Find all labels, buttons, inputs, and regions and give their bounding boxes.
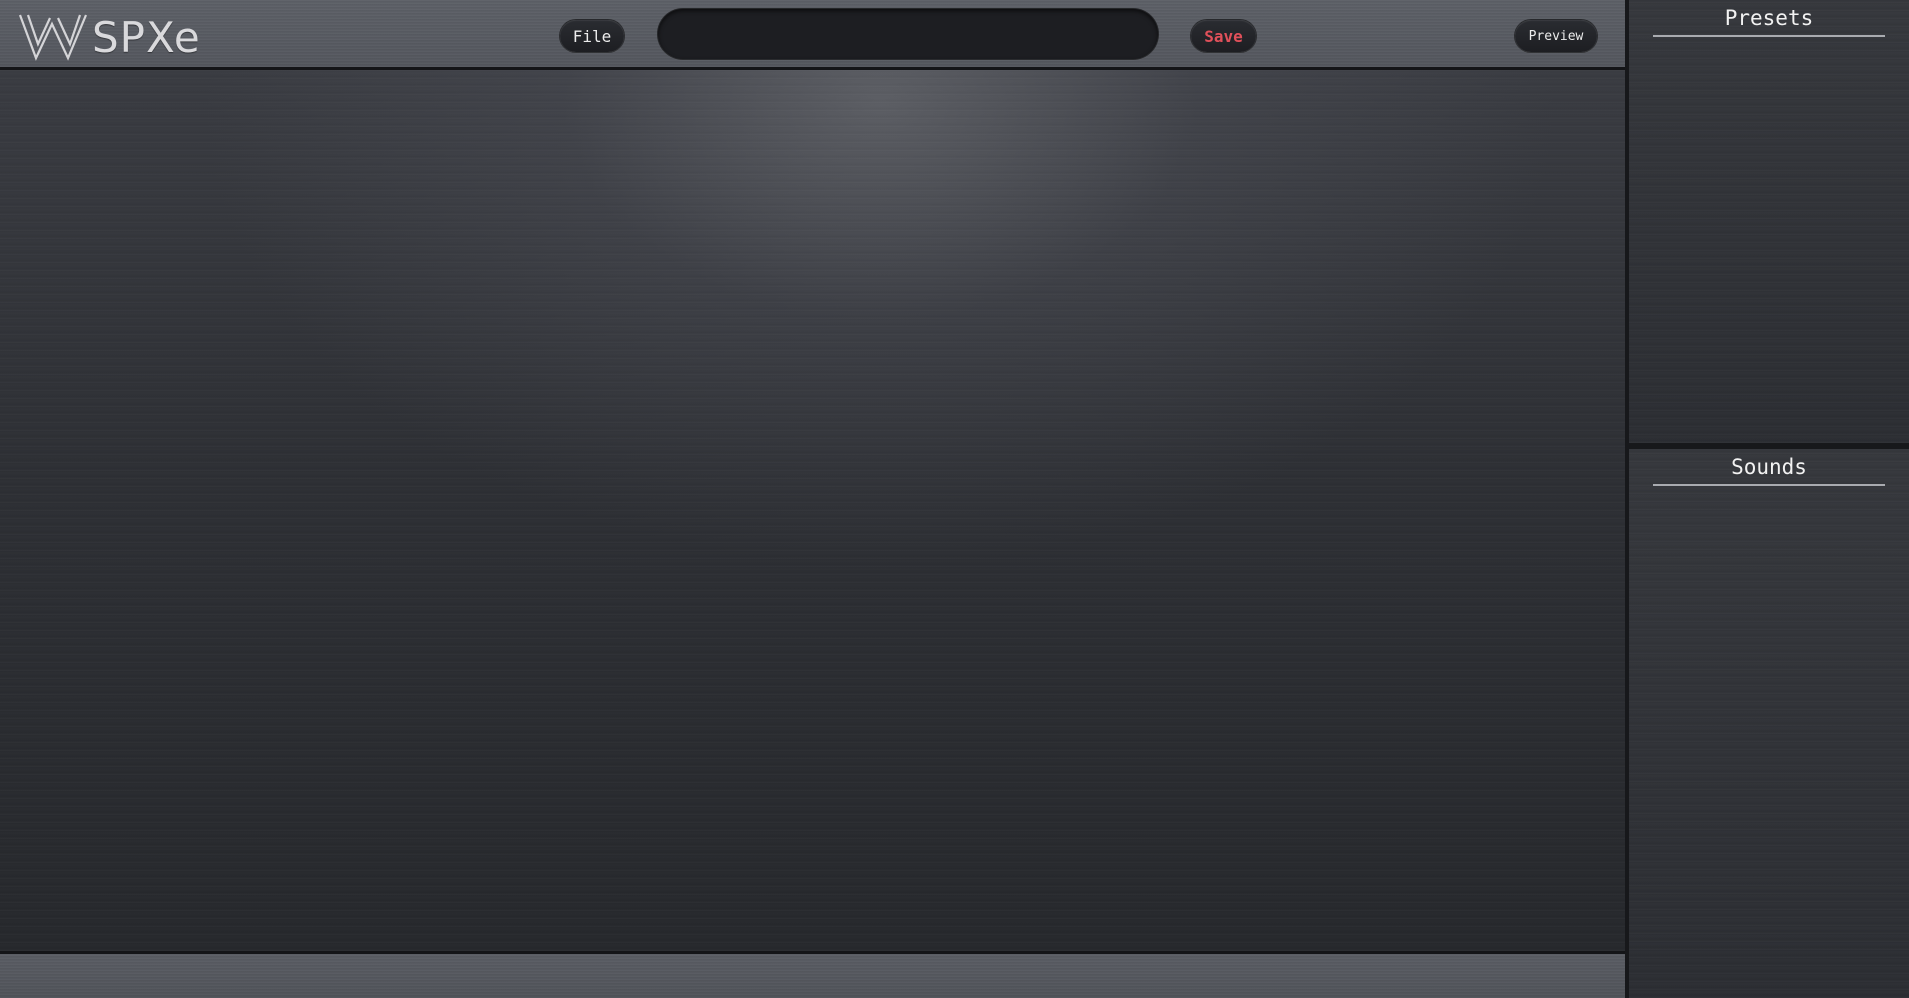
- sounds-panel[interactable]: Sounds: [1629, 449, 1909, 998]
- file-button[interactable]: File: [560, 20, 624, 52]
- file-button-label: File: [572, 26, 612, 46]
- presets-title: Presets: [1653, 6, 1885, 37]
- logo: SPXe: [18, 12, 201, 62]
- logo-text: SPXe: [92, 12, 201, 62]
- sounds-title: Sounds: [1653, 455, 1885, 486]
- save-button-label: Save: [1204, 26, 1243, 46]
- save-button[interactable]: Save: [1191, 20, 1256, 52]
- bottom-bar: [0, 951, 1625, 998]
- app-window: SPXe File Save Preview Presets Sounds: [0, 0, 1909, 998]
- main-canvas[interactable]: [0, 70, 1625, 951]
- preview-button[interactable]: Preview: [1515, 20, 1597, 52]
- logo-w-icon: [18, 14, 88, 61]
- preview-button-label: Preview: [1528, 28, 1584, 44]
- sidebar: Presets Sounds: [1625, 0, 1909, 998]
- preset-name-field[interactable]: [658, 9, 1158, 59]
- presets-panel[interactable]: Presets: [1629, 0, 1909, 443]
- top-toolbar: SPXe File Save Preview: [0, 0, 1625, 70]
